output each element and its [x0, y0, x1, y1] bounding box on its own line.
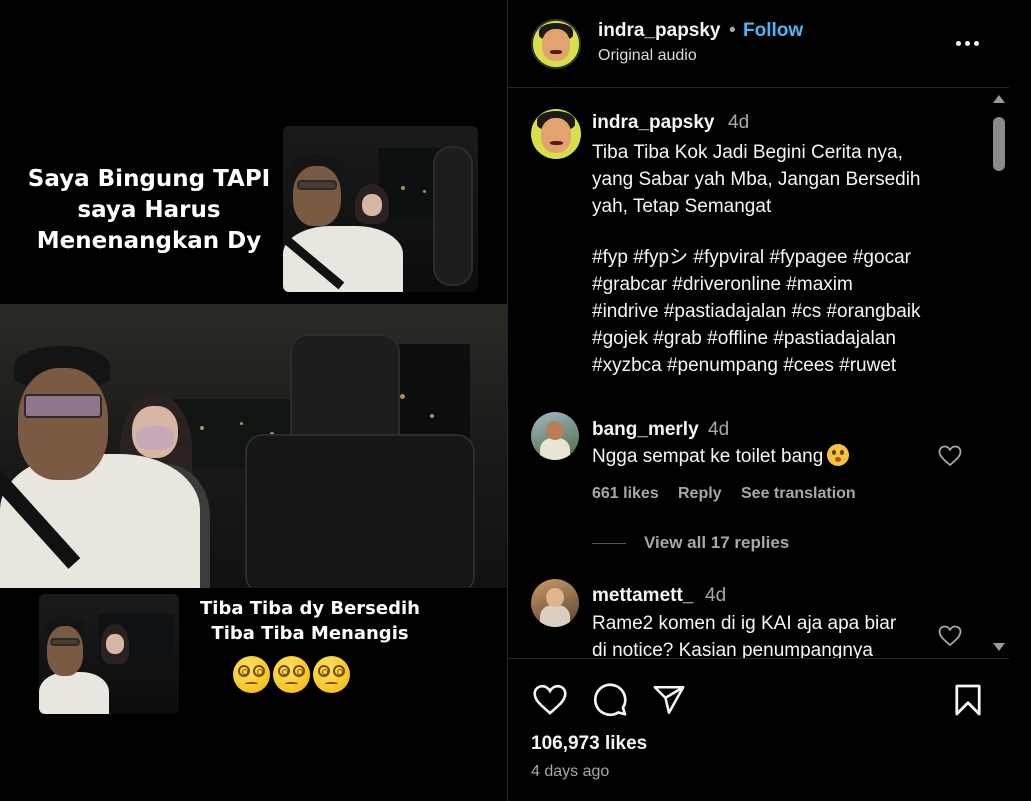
hashtag-line[interactable]: #fyp #fypシ #fypviral #fypagee #gocar — [592, 244, 977, 271]
hashtag-line[interactable]: #indrive #pastiadajalan #cs #orangbaik — [592, 298, 977, 325]
post-age[interactable]: 4 days ago — [531, 763, 609, 781]
author-username[interactable]: indra_papsky — [598, 20, 721, 42]
hashtag-line[interactable]: #xyzbca #penumpang #cees #ruwet — [592, 352, 977, 379]
commenter-avatar[interactable] — [531, 412, 579, 460]
replies-divider — [592, 542, 626, 544]
scroll-down-arrow-icon[interactable] — [993, 643, 1005, 651]
reply-button[interactable]: Reply — [678, 485, 722, 503]
overlay-line: saya Harus — [77, 197, 221, 223]
pleading-face-icon — [827, 444, 850, 466]
post-actions-bar: 106,973 likes 4 days ago — [508, 660, 1010, 801]
comment-text: Rame2 komen di ig KAI aja apa biar di no… — [592, 610, 962, 659]
caption-line: Tiba Tiba Kok Jadi Begini Cerita nya, — [592, 142, 903, 163]
emoji-row — [233, 656, 350, 693]
like-comment-heart-icon[interactable] — [938, 445, 962, 467]
post-likes-count[interactable]: 106,973 likes — [531, 733, 647, 755]
caption-timestamp[interactable]: 4d — [728, 112, 749, 134]
comment-line: di notice? Kasian penumpangnya — [592, 640, 873, 659]
hashtag-line[interactable]: #gojek #grab #offline #pastiadajalan — [592, 325, 977, 352]
caption-line: yang Sabar yah Mba, Jangan Bersedih — [592, 169, 921, 190]
separator-dot: • — [729, 20, 736, 41]
overlay-caption-top: Saya Bingung TAPI saya Harus Menenangkan… — [14, 164, 284, 257]
follow-button[interactable]: Follow — [743, 20, 803, 42]
comment-body: Ngga sempat ke toilet bang — [592, 446, 824, 467]
comment-text: Ngga sempat ke toilet bang — [592, 443, 962, 470]
video-frame[interactable] — [0, 304, 507, 588]
author-avatar[interactable] — [531, 19, 581, 69]
caption-line: yah, Tetap Semangat — [592, 196, 772, 217]
hashtag-line[interactable]: #grabcar #driveronline #maxim — [592, 271, 977, 298]
comments-section[interactable]: indra_papsky 4d Tiba Tiba Kok Jadi Begin… — [508, 89, 1010, 659]
like-comment-heart-icon[interactable] — [938, 625, 962, 647]
comment-timestamp[interactable]: 4d — [705, 585, 726, 607]
scroll-thumb[interactable] — [993, 117, 1005, 171]
dizzy-face-icon — [273, 656, 310, 693]
view-replies-label[interactable]: View all 17 replies — [644, 533, 789, 553]
scroll-up-arrow-icon[interactable] — [993, 95, 1005, 103]
commenter-avatar[interactable] — [531, 579, 579, 627]
post-details-panel: indra_papsky • Follow Original audio ind… — [507, 0, 1010, 801]
window-edge — [1009, 0, 1031, 801]
save-bookmark-icon[interactable] — [954, 683, 982, 717]
overlay-line: Tiba Tiba dy Bersedih — [200, 598, 420, 619]
overlay-line: Menenangkan Dy — [36, 228, 262, 254]
dizzy-face-icon — [233, 656, 270, 693]
view-replies-button[interactable]: View all 17 replies — [592, 533, 789, 553]
comments-scrollbar[interactable] — [990, 89, 1006, 658]
overlay-line: Tiba Tiba Menangis — [211, 623, 409, 644]
dizzy-face-icon — [313, 656, 350, 693]
comment-line: Rame2 komen di ig KAI aja apa biar — [592, 613, 897, 634]
overlay-caption-bottom: Tiba Tiba dy Bersedih Tiba Tiba Menangis — [190, 596, 430, 646]
reel-media[interactable]: Saya Bingung TAPI saya Harus Menenangkan… — [0, 0, 507, 801]
caption-username[interactable]: indra_papsky — [592, 112, 715, 134]
comment-likes-count[interactable]: 661 likes — [592, 485, 659, 503]
more-options-icon[interactable] — [952, 28, 982, 58]
inset-video-thumbnail-bottom — [39, 594, 179, 714]
caption-text: Tiba Tiba Kok Jadi Begini Cerita nya, ya… — [592, 139, 962, 220]
inset-video-thumbnail-top — [283, 126, 478, 292]
caption-hashtags[interactable]: #fyp #fypシ #fypviral #fypagee #gocar #gr… — [592, 244, 977, 379]
audio-link[interactable]: Original audio — [598, 47, 697, 65]
overlay-line: Saya Bingung TAPI — [27, 166, 271, 192]
comment-timestamp[interactable]: 4d — [708, 419, 729, 441]
comment-bubble-icon[interactable] — [592, 682, 628, 718]
comment-username[interactable]: bang_merly — [592, 419, 699, 441]
caption-author-avatar[interactable] — [531, 109, 581, 159]
post-header: indra_papsky • Follow Original audio — [508, 0, 1010, 88]
like-heart-icon[interactable] — [532, 684, 568, 716]
see-translation-button[interactable]: See translation — [741, 485, 856, 503]
share-send-icon[interactable] — [652, 683, 686, 717]
comment-username[interactable]: mettamett_ — [592, 585, 693, 607]
